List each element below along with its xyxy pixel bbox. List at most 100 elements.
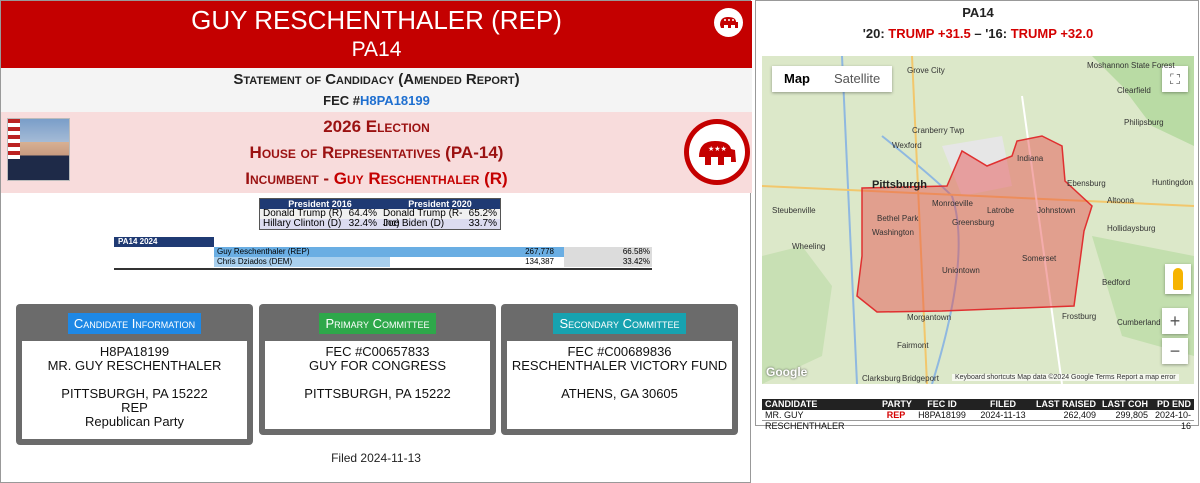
cell-pd-end: 2024-10-16: [1154, 410, 1191, 431]
secondary-committee-content: FEC #C00689836 RESCHENTHALER VICTORY FUN…: [507, 341, 732, 429]
incumbent-name: Guy Reschenthaler (R): [333, 169, 508, 188]
statement-title: Statement of Candidacy (Amended Report): [233, 71, 520, 88]
candidate-name: MR. GUY RESCHENTHALER: [47, 358, 222, 373]
candidate-info-content: H8PA18199 MR. GUY RESCHENTHALER PITTSBUR…: [22, 341, 247, 439]
map-label: Uniontown: [942, 266, 980, 275]
republican-elephant-icon: [714, 8, 743, 37]
pres-pct: 32.4%: [348, 218, 377, 229]
candidate-party: Republican Party: [85, 414, 184, 429]
pres-name: Hillary Clinton (D): [263, 218, 342, 229]
map-label: Greensburg: [952, 218, 995, 227]
map-label: Ebensburg: [1067, 179, 1106, 188]
secondary-committee-label[interactable]: Secondary Committee: [553, 313, 686, 334]
candidate-city: PITTSBURGH, PA 15222: [61, 386, 208, 401]
col-filed: FILED: [990, 399, 1016, 409]
margin-20: TRUMP +31.5: [888, 26, 971, 41]
district-label: PA14: [351, 38, 402, 61]
incumbent-prefix: Incumbent -: [245, 169, 334, 188]
secondary-name: RESCHENTHALER VICTORY FUND: [511, 358, 728, 373]
map-label: Wexford: [892, 141, 922, 150]
flag-icon: [8, 119, 20, 159]
house-results-table: PA14 2024 Guy Reschenthaler (REP) 267,77…: [114, 237, 652, 270]
col-fec-id: FEC ID: [927, 399, 957, 409]
map-attribution[interactable]: Keyboard shortcuts Map data ©2024 Google…: [952, 374, 1179, 381]
candidate-info-box: Candidate Information H8PA18199 MR. GUY …: [16, 304, 253, 445]
margin-16: TRUMP +32.0: [1010, 26, 1094, 41]
map-label: Philipsburg: [1124, 118, 1164, 127]
map-label: Frostburg: [1062, 312, 1097, 321]
map-label: Wheeling: [792, 242, 826, 251]
candidate-title: GUY RESCHENTHALER (REP): [191, 5, 562, 35]
col-last-raised: LAST RAISED: [1035, 399, 1096, 409]
zoom-in-button[interactable]: +: [1162, 308, 1188, 334]
pres-name: Joe Biden (D): [383, 218, 445, 229]
pegman-icon[interactable]: [1165, 264, 1191, 294]
candidate-finance-table: CANDIDATE PARTY FEC ID FILED LAST RAISED…: [762, 399, 1194, 431]
map-label: Indiana: [1017, 154, 1044, 163]
map-label: Fairmont: [897, 341, 929, 350]
cell-last-coh: 299,805: [1115, 410, 1148, 420]
fec-prefix: FEC #: [323, 93, 360, 108]
district-map[interactable]: Map Satellite ⛶ + − Google Keyboard shor…: [762, 56, 1194, 384]
map-label: Grove City: [907, 66, 945, 75]
map-label: Johnstown: [1037, 206, 1076, 215]
primary-name: GUY FOR CONGRESS: [308, 358, 446, 373]
candidate-info-label[interactable]: Candidate Information: [67, 313, 202, 334]
map-label: Somerset: [1022, 254, 1057, 263]
cell-fec-id: H8PA18199: [918, 410, 966, 420]
map-label: Cumberland: [1117, 318, 1161, 327]
primary-fec-id: FEC #C00657833: [325, 344, 430, 359]
map-label: Clarksburg: [862, 374, 901, 383]
pres-pct: 33.7%: [468, 218, 497, 229]
result-pct: 33.42%: [622, 257, 650, 266]
filed-date: Filed 2024-11-13: [331, 451, 421, 465]
map-label: Monroeville: [932, 199, 973, 208]
table-row[interactable]: MR. GUY RESCHENTHALER REP H8PA18199 2024…: [762, 410, 1194, 431]
president-results-table: President 2016 President 2020 Donald Tru…: [259, 198, 501, 230]
fec-line: FEC #H8PA18199: [1, 91, 752, 111]
election-year: 2026 Election: [323, 117, 430, 136]
cell-candidate: MR. GUY RESCHENTHALER: [765, 410, 845, 431]
cell-last-raised: 262,409: [1063, 410, 1096, 420]
map-type-map-button[interactable]: Map: [772, 66, 822, 92]
candidate-header: GUY RESCHENTHALER (REP) PA14: [1, 1, 752, 68]
fec-id-link[interactable]: H8PA18199: [360, 93, 430, 108]
map-label: Hollidaysburg: [1107, 224, 1156, 233]
result-votes: 267,778: [525, 247, 554, 256]
district-panel: PA14 '20: TRUMP +31.5 – '16: TRUMP +32.0…: [755, 0, 1200, 431]
result-row: Guy Reschenthaler (REP) 267,778 66.58%: [114, 247, 652, 257]
map-label: Washington: [872, 228, 914, 237]
election-office: House of Representatives (PA-14): [249, 143, 504, 162]
margin-20-prefix: '20:: [862, 26, 889, 41]
map-label: Bedford: [1102, 278, 1131, 287]
result-candidate: Chris Dziados (DEM): [217, 257, 293, 266]
map-label: Bethel Park: [877, 214, 919, 223]
primary-committee-label[interactable]: Primary Committee: [319, 313, 436, 334]
statement-section: Statement of Candidacy (Amended Report) …: [1, 68, 752, 112]
republican-logo-icon: ★★★: [684, 119, 750, 185]
election-banner: 2026 Election House of Representatives (…: [1, 112, 752, 193]
primary-committee-box: Primary Committee FEC #C00657833 GUY FOR…: [259, 304, 496, 435]
zoom-out-button[interactable]: −: [1162, 338, 1188, 364]
map-type-control: Map Satellite: [772, 66, 893, 92]
map-label: Morgantown: [907, 313, 952, 322]
col-candidate: CANDIDATE: [765, 399, 818, 409]
col-last-coh: LAST COH: [1102, 399, 1148, 409]
secondary-committee-box: Secondary Committee FEC #C00689836 RESCH…: [501, 304, 738, 435]
candidate-fec-id: H8PA18199: [99, 344, 170, 359]
svg-text:★★★: ★★★: [708, 145, 727, 153]
margin-sep: – '16:: [970, 26, 1011, 41]
map-label: Huntingdon: [1152, 178, 1193, 187]
col-party: PARTY: [882, 399, 912, 409]
map-label: Clearfield: [1117, 86, 1151, 95]
map-label: Steubenville: [772, 206, 816, 215]
results-header: PA14 2024: [114, 237, 214, 247]
map-type-satellite-button[interactable]: Satellite: [822, 66, 892, 92]
google-logo: Google: [766, 365, 808, 379]
map-label: Altoona: [1107, 196, 1135, 205]
presidential-margins: '20: TRUMP +31.5 – '16: TRUMP +32.0: [756, 26, 1200, 41]
candidate-photo: [7, 118, 70, 181]
map-label: Cranberry Twp: [912, 126, 965, 135]
district-title: PA14: [962, 5, 994, 20]
map-label: Moshannon State Forest: [1087, 61, 1175, 70]
